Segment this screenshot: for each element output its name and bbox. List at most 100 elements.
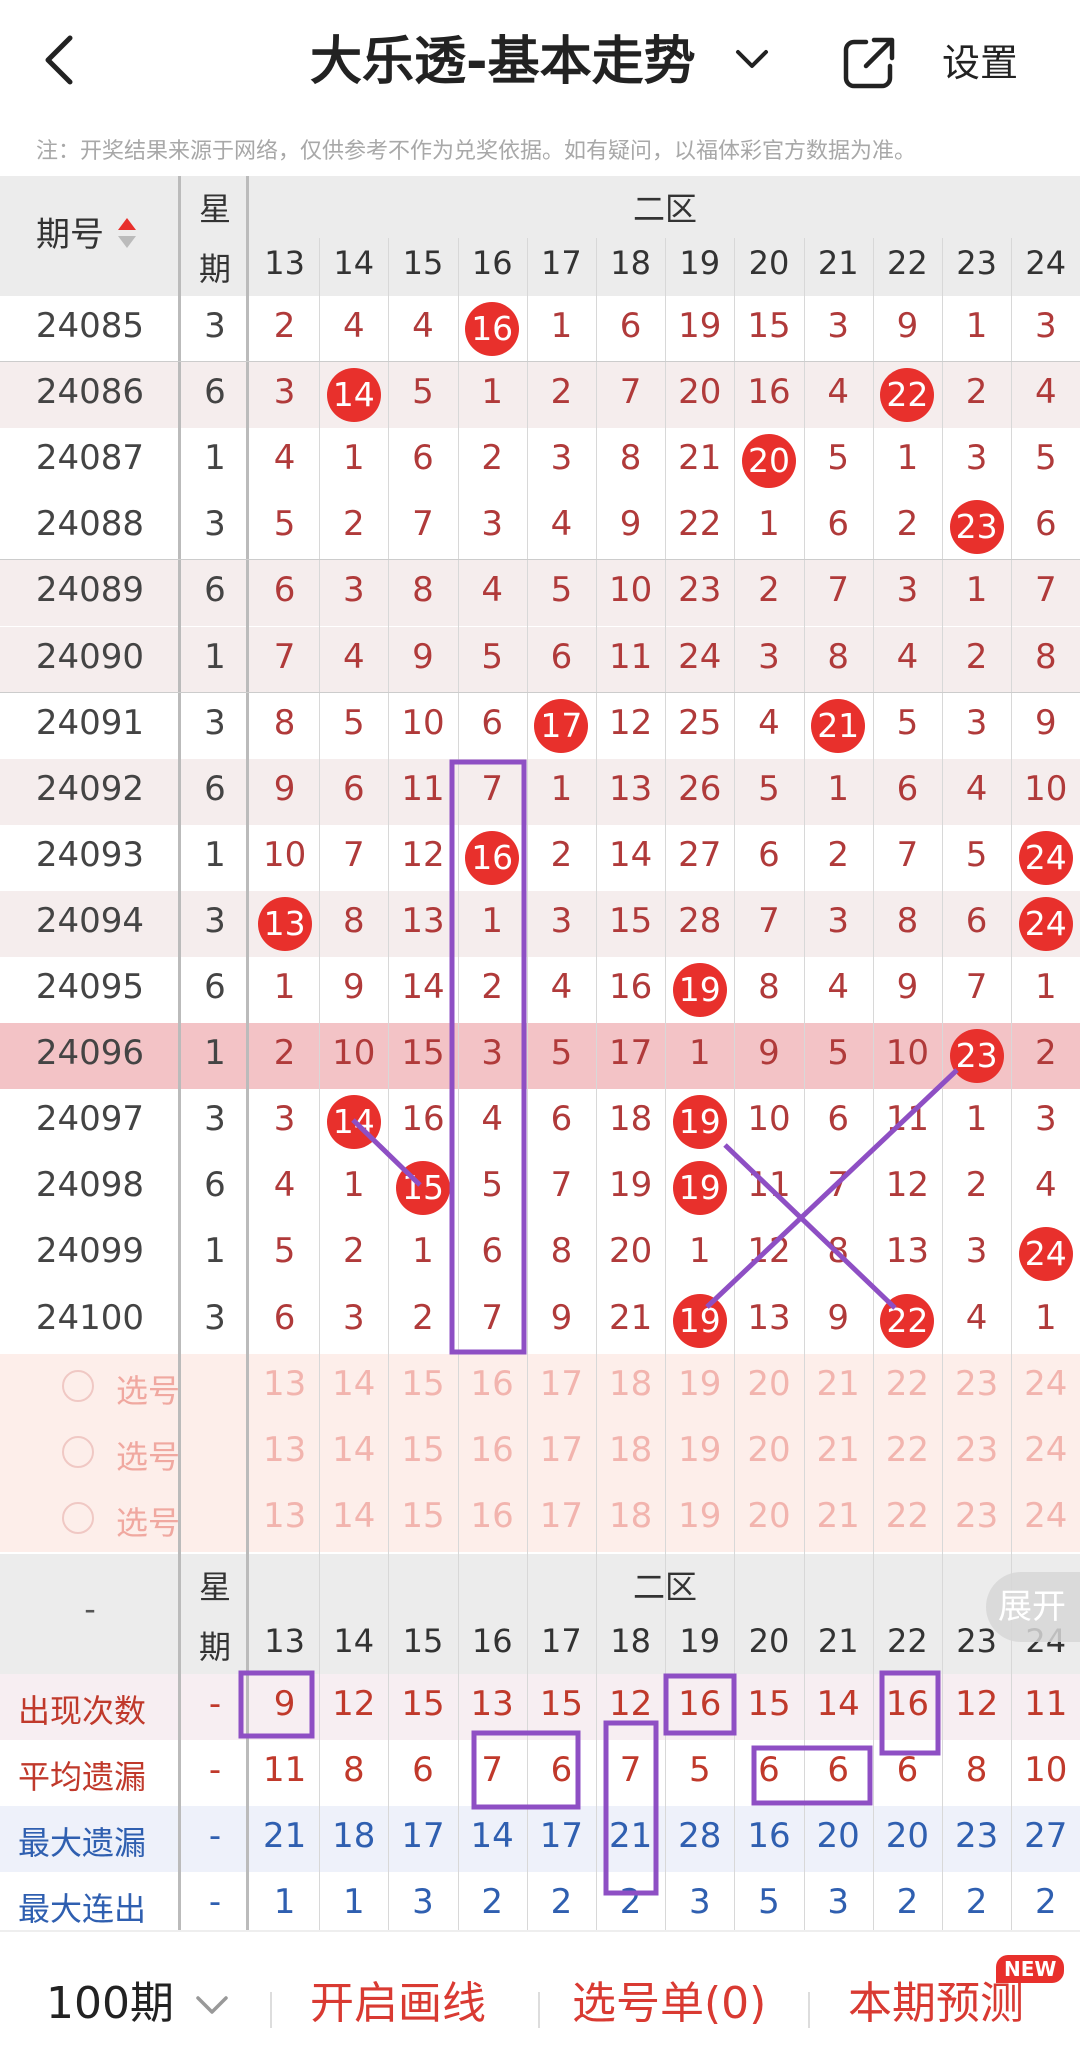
select-number[interactable]: 24 [1011, 1430, 1080, 1470]
select-number[interactable]: 15 [388, 1496, 457, 1536]
select-label[interactable]: 选号 [116, 1432, 180, 1478]
select-number[interactable]: 22 [873, 1496, 942, 1536]
hit-ball[interactable]: 23 [949, 1029, 1004, 1084]
select-number[interactable]: 14 [319, 1496, 388, 1536]
select-number[interactable]: 15 [388, 1430, 457, 1470]
radio-button[interactable] [62, 1369, 94, 1402]
select-label[interactable]: 选号 [116, 1498, 180, 1544]
hit-ball[interactable]: 24 [1018, 896, 1073, 951]
select-label[interactable]: 选号 [116, 1366, 180, 1412]
draw-line-button[interactable]: 开启画线 [310, 1972, 486, 2036]
hit-ball[interactable]: 21 [811, 698, 866, 753]
back-chevron-icon[interactable] [40, 30, 90, 90]
select-number[interactable]: 19 [665, 1430, 734, 1470]
select-number[interactable]: 14 [319, 1364, 388, 1404]
select-number[interactable]: 23 [942, 1364, 1011, 1404]
issue-number: 24099 [35, 1231, 145, 1272]
select-number[interactable]: 22 [873, 1364, 942, 1404]
cell-value: 2 [550, 834, 573, 875]
sort-arrows-icon[interactable] [116, 214, 138, 258]
select-number[interactable]: 17 [527, 1364, 596, 1404]
select-number[interactable]: 17 [527, 1496, 596, 1536]
cell-value: 1 [481, 900, 503, 941]
select-number[interactable]: 21 [804, 1496, 873, 1536]
hit-ball[interactable]: 14 [326, 368, 381, 423]
select-number[interactable]: 20 [734, 1430, 803, 1470]
select-number[interactable]: 19 [665, 1496, 734, 1536]
select-number[interactable]: 21 [804, 1430, 873, 1470]
select-number[interactable]: 21 [804, 1364, 873, 1404]
cell-value: 3 [965, 702, 988, 743]
hit-ball[interactable]: 22 [880, 1293, 935, 1348]
select-number[interactable]: 24 [1011, 1496, 1080, 1536]
cell-value: 4 [273, 438, 296, 479]
select-number[interactable]: 13 [250, 1364, 319, 1404]
hit-ball[interactable]: 13 [257, 896, 312, 951]
chevron-down-icon[interactable] [732, 38, 772, 88]
select-number[interactable]: 24 [1011, 1364, 1080, 1404]
stats-value: 11 [1024, 1683, 1068, 1724]
stats-value: 11 [262, 1750, 307, 1790]
select-number[interactable]: 17 [527, 1430, 596, 1470]
settings-button[interactable]: 设置 [942, 36, 1018, 90]
radio-button[interactable] [62, 1435, 94, 1468]
cell-value: 4 [827, 372, 849, 413]
select-number[interactable]: 18 [596, 1364, 665, 1404]
page-title[interactable]: 大乐透-基本走势 [310, 30, 696, 94]
hit-ball[interactable]: 16 [465, 830, 520, 885]
select-number[interactable]: 16 [458, 1364, 527, 1404]
cell-value: 4 [342, 636, 365, 677]
select-number[interactable]: 19 [665, 1364, 734, 1404]
select-number[interactable]: 23 [942, 1430, 1011, 1470]
disclaimer-note: 注：开奖结果来源于网络，仅供参考不作为兑奖依据。如有疑问，以福体彩官方数据为准。 [36, 139, 917, 164]
cell-value: 4 [1034, 372, 1057, 413]
hit-ball[interactable]: 14 [326, 1095, 381, 1150]
radio-button[interactable] [62, 1501, 94, 1534]
cell-value: 9 [342, 967, 365, 1007]
expand-button[interactable]: 展开 [986, 1572, 1080, 1642]
select-number[interactable]: 23 [942, 1496, 1011, 1536]
select-number[interactable]: 13 [250, 1430, 319, 1470]
hit-ball[interactable]: 24 [1018, 830, 1073, 885]
select-number[interactable]: 18 [596, 1496, 665, 1536]
select-number[interactable]: 13 [250, 1496, 319, 1536]
cell-value: 8 [342, 900, 365, 941]
select-number[interactable]: 14 [319, 1430, 388, 1470]
hit-ball[interactable]: 16 [465, 302, 520, 356]
row-divider [0, 691, 1080, 693]
select-number[interactable]: 22 [873, 1430, 942, 1470]
issue-column-header[interactable]: 期号 [36, 210, 104, 260]
cell-value: 2 [273, 1033, 296, 1074]
cell-value: 3 [273, 1099, 296, 1140]
hit-ball[interactable]: 19 [672, 1161, 727, 1216]
select-number[interactable]: 15 [388, 1364, 457, 1404]
cell-value: 1 [550, 306, 573, 346]
select-number[interactable]: 20 [734, 1364, 803, 1404]
cell-value: 12 [885, 1165, 930, 1206]
stats-value: 12 [332, 1683, 376, 1724]
cell-value: 6 [1034, 504, 1057, 545]
external-link-icon[interactable] [842, 36, 896, 90]
hit-ball[interactable]: 22 [880, 368, 935, 423]
hit-ball[interactable]: 15 [396, 1161, 450, 1216]
hit-ball[interactable]: 23 [949, 500, 1004, 555]
select-number[interactable]: 18 [596, 1430, 665, 1470]
cell-value: 3 [1034, 306, 1057, 346]
stats-value: 7 [619, 1750, 642, 1790]
select-number[interactable]: 16 [458, 1430, 527, 1470]
stats-value: 6 [896, 1750, 919, 1790]
chevron-down-icon[interactable] [192, 1984, 232, 2028]
select-number[interactable]: 20 [734, 1496, 803, 1536]
hit-ball[interactable]: 24 [1018, 1227, 1073, 1282]
hit-ball[interactable]: 19 [672, 1293, 727, 1348]
selection-list-button[interactable]: 选号单(0) [572, 1972, 766, 2036]
hit-ball[interactable]: 17 [534, 698, 589, 753]
periods-selector[interactable]: 100期 [46, 1972, 174, 2036]
hit-ball[interactable]: 19 [672, 963, 727, 1017]
hit-ball[interactable]: 19 [672, 1095, 727, 1150]
stats-value: 6 [550, 1750, 573, 1790]
hit-ball[interactable]: 20 [742, 434, 796, 489]
cell-value: 6 [758, 834, 780, 875]
cell-value: 5 [896, 702, 919, 743]
select-number[interactable]: 16 [458, 1496, 527, 1536]
